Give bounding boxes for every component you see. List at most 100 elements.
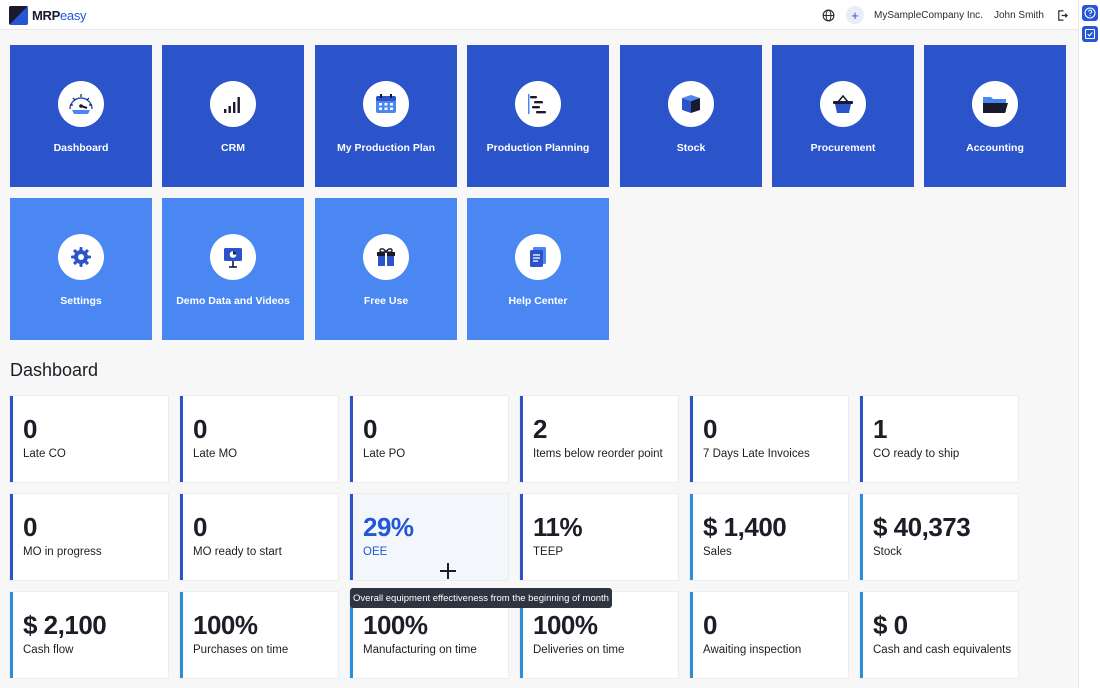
kpi-label: Late CO [23,448,66,460]
kpi-value: 100% [363,610,428,640]
module-tile-stock[interactable]: Stock [620,45,762,187]
kpi-label: Late PO [363,448,406,460]
module-label: Stock [676,142,706,154]
module-label: Production Planning [486,142,590,154]
kpi-card-purchases-on-time[interactable]: 100% Purchases on time [180,592,338,678]
module-label: CRM [221,142,245,154]
help-rail-button[interactable] [1082,5,1098,21]
kpi-card-co-ready-to-ship[interactable]: 1 CO ready to ship [860,396,1018,482]
module-label: Help Center [508,295,568,307]
kpi-card-late-invoices[interactable]: 0 7 Days Late Invoices [690,396,848,482]
checkbox-icon [1084,28,1096,40]
kpi-label: Items below reorder point [533,448,663,460]
kpi-card-mo-ready-to-start[interactable]: 0 MO ready to start [180,494,338,580]
kpi-label: Awaiting inspection [703,644,802,656]
kpi-card-late-co[interactable]: 0 Late CO [10,396,168,482]
kpi-card-mo-in-progress[interactable]: 0 MO in progress [10,494,168,580]
top-bar: MRPeasy + MySampleCompany Inc. John Smit… [0,0,1078,30]
module-tile-accounting[interactable]: Accounting [924,45,1066,187]
kpi-label: Cash flow [23,644,74,656]
kpi-value: 0 [703,414,717,444]
kpi-card-cash-and-cash-equivalents[interactable]: $ 0 Cash and cash equivalents [860,592,1018,678]
signal-bars-icon [210,81,256,127]
presentation-icon [210,234,256,280]
logout-icon[interactable] [1054,7,1070,23]
tasks-rail-button[interactable] [1082,26,1098,42]
kpi-card-sales[interactable]: $ 1,400 Sales [690,494,848,580]
dashboard-section-title: Dashboard [10,360,99,380]
module-tile-my-production-plan[interactable]: My Production Plan [315,45,457,187]
kpi-card-late-po[interactable]: 0 Late PO [350,396,508,482]
add-button[interactable]: + [846,6,865,24]
kpi-card-late-mo[interactable]: 0 Late MO [180,396,338,482]
module-label: Dashboard [53,142,109,154]
kpi-card-teep[interactable]: 11% TEEP [520,494,678,580]
kpi-label: Late MO [193,448,238,460]
user-name[interactable]: John Smith [994,10,1044,21]
kpi-label: MO in progress [23,546,102,558]
gift-icon [363,234,409,280]
module-label: Settings [60,295,102,307]
kpi-card-items-below-reorder-point[interactable]: 2 Items below reorder point [520,396,678,482]
kpi-value: 0 [23,512,37,542]
question-icon [1084,7,1096,19]
kpi-label: CO ready to ship [873,448,960,460]
basket-icon [820,81,866,127]
kpi-value: 0 [193,414,207,444]
module-tile-settings[interactable]: Settings [10,198,152,340]
kpi-label: TEEP [533,546,564,558]
kpi-card-awaiting-inspection[interactable]: 0 Awaiting inspection [690,592,848,678]
kpi-label: Deliveries on time [533,644,625,656]
kpi-label: Purchases on time [193,644,289,656]
module-tile-production-planning[interactable]: Production Planning [467,45,609,187]
box-icon [668,81,714,127]
kpi-value: $ 0 [873,610,908,640]
kpi-label: Manufacturing on time [363,644,477,656]
module-tile-procurement[interactable]: Procurement [772,45,914,187]
right-side-rail [1078,0,1100,688]
kpi-value: $ 2,100 [23,610,107,640]
kpi-value: 2 [533,414,547,444]
module-label: Accounting [966,142,1024,154]
globe-icon[interactable] [820,7,836,23]
kpi-label: Sales [703,546,732,558]
kpi-label: OEE [363,546,388,558]
module-tile-dashboard[interactable]: Dashboard [10,45,152,187]
gantt-icon [515,81,561,127]
module-tile-help-center[interactable]: Help Center [467,198,609,340]
kpi-label: Stock [873,546,902,558]
kpi-value: 0 [363,414,377,444]
module-label: Procurement [810,142,876,154]
kpi-card-stock[interactable]: $ 40,373 Stock [860,494,1018,580]
folder-icon [972,81,1018,127]
kpi-value: 29% [363,512,414,542]
kpi-card-cash-flow[interactable]: $ 2,100 Cash flow [10,592,168,678]
kpi-value: 100% [533,610,598,640]
kpi-value: 0 [23,414,37,444]
module-tile-free-use[interactable]: Free Use [315,198,457,340]
kpi-value: 11% [533,512,583,542]
kpi-value: 0 [193,512,207,542]
gear-icon [58,234,104,280]
oee-tooltip: Overall equipment effectiveness from the… [350,588,612,608]
module-label: Demo Data and Videos [176,295,290,307]
document-icon [515,234,561,280]
kpi-value: $ 1,400 [703,512,787,542]
crosshair-cursor-icon [440,563,456,579]
module-label: Free Use [363,295,409,307]
kpi-value: 0 [703,610,717,640]
gauge-icon [58,81,104,127]
calendar-icon [363,81,409,127]
module-label: My Production Plan [336,142,435,154]
mrpeasy-logo[interactable]: MRPeasy [9,6,87,25]
kpi-label: Cash and cash equivalents [873,644,1012,656]
kpi-card-oee[interactable]: 29% OEE [350,494,508,580]
company-name[interactable]: MySampleCompany Inc. [874,10,983,21]
module-tile-crm[interactable]: CRM [162,45,304,187]
logo-text: MRPeasy [32,8,87,23]
kpi-value: $ 40,373 [873,512,971,542]
kpi-value: 100% [193,610,258,640]
logo-mark-icon [9,6,28,25]
kpi-label: 7 Days Late Invoices [703,448,810,460]
module-tile-demo-data-and-videos[interactable]: Demo Data and Videos [162,198,304,340]
